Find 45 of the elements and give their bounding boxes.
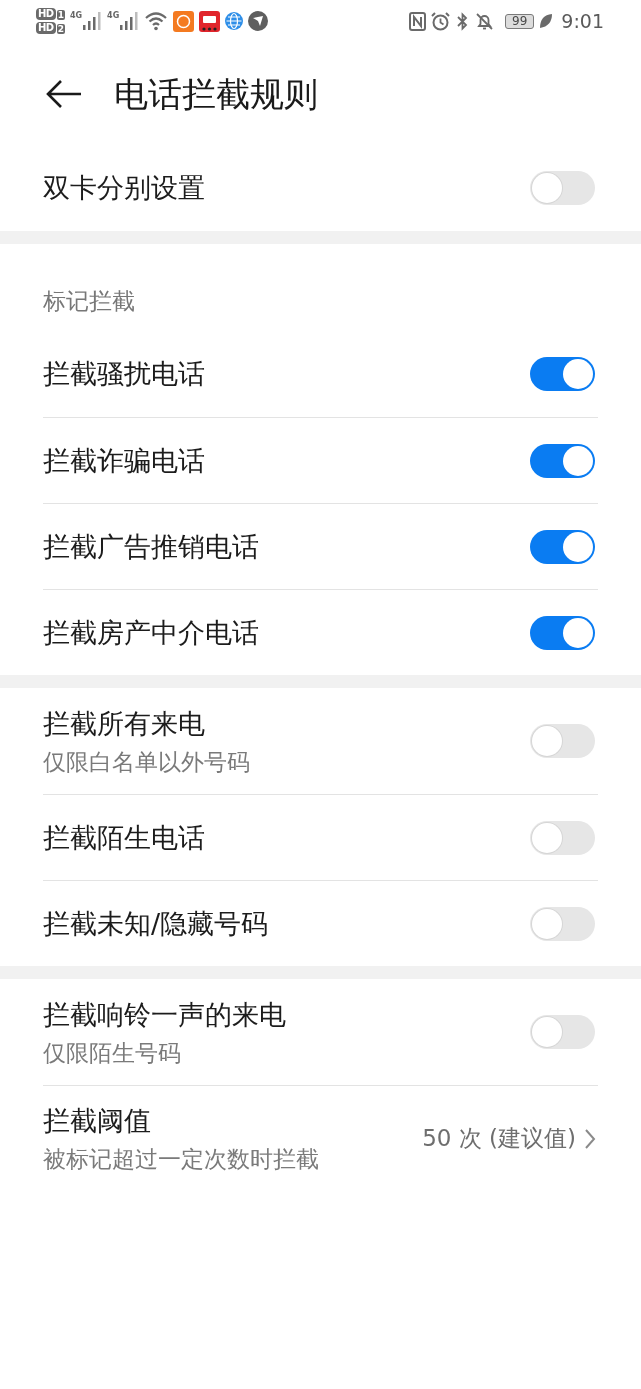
leaf-icon [539, 13, 554, 29]
setting-label: 拦截所有来电 [43, 706, 206, 741]
toggle-switch[interactable] [530, 615, 595, 650]
hd-badge: HD [36, 22, 56, 34]
sim-slot-tag: 1 [56, 10, 65, 20]
setting-description: 仅限白名单以外号码 [43, 747, 250, 777]
setting-label: 拦截诈骗电话 [43, 443, 205, 478]
sim-slot-tag: 2 [56, 24, 65, 34]
battery-level: 99 [505, 13, 535, 29]
toggle-switch[interactable] [530, 820, 595, 855]
globe-icon [225, 12, 244, 30]
network-label: 4G [69, 11, 83, 20]
signal-icon [82, 11, 103, 31]
app-icon [199, 10, 221, 32]
setting-description: 被标记超过一定次数时拦截 [43, 1145, 319, 1174]
hd-badge: HD [36, 8, 56, 20]
toggle-switch[interactable] [530, 724, 595, 758]
toggle-switch[interactable] [530, 906, 595, 941]
arrow-circle-icon [248, 11, 269, 31]
toggle-switch[interactable] [530, 171, 595, 205]
setting-description: 仅限陌生号码 [43, 1038, 182, 1068]
setting-label: 拦截房产中介电话 [43, 615, 259, 650]
setting-label: 拦截未知/隐藏号码 [43, 906, 269, 941]
network-label: 4G [107, 11, 120, 20]
wifi-icon [144, 11, 169, 31]
setting-label: 拦截响铃一声的来电 [43, 997, 286, 1032]
chevron-right-icon [584, 1127, 596, 1150]
setting-label: 拦截陌生电话 [43, 820, 205, 855]
toggle-switch[interactable] [530, 443, 595, 478]
app-icon [173, 10, 195, 32]
toggle-switch[interactable] [530, 1015, 595, 1049]
signal-icon [119, 11, 140, 31]
setting-label: 双卡分别设置 [43, 171, 205, 205]
setting-label: 拦截阈值 [43, 1104, 152, 1138]
status-time: 9:01 [561, 10, 604, 32]
toggle-switch[interactable] [530, 529, 595, 564]
section-title: 标记拦截 [42, 287, 136, 316]
setting-label: 拦截广告推销电话 [43, 529, 259, 564]
alarm-clock-icon [431, 11, 451, 31]
setting-label: 拦截骚扰电话 [43, 357, 205, 391]
nfc-icon [409, 11, 427, 31]
toggle-switch[interactable] [530, 357, 595, 391]
page-title: 电话拦截规则 [114, 72, 318, 116]
setting-value: 50 次 (建议值) [422, 1124, 576, 1153]
bell-off-icon [475, 11, 495, 31]
